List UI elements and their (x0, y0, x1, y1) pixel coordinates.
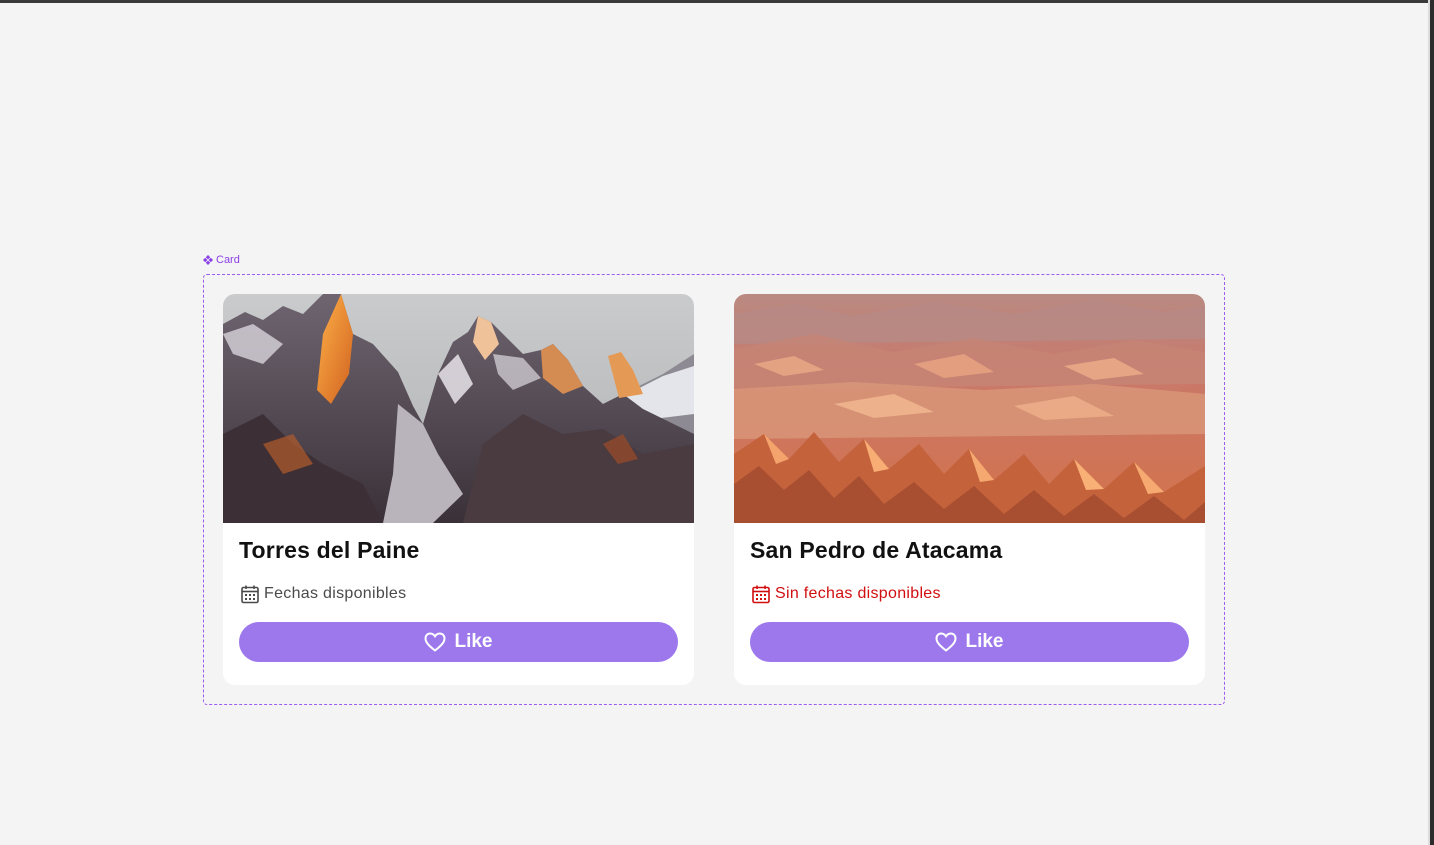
like-button-label: Like (454, 631, 493, 652)
availability-status: Fechas disponibles (240, 583, 406, 605)
availability-text: Sin fechas disponibles (775, 585, 941, 602)
canvas-right-scrollbar[interactable] (1428, 0, 1434, 845)
component-diamond-icon (203, 255, 213, 265)
destination-card[interactable]: San Pedro de Atacama Sin fechas disponib… (734, 294, 1205, 685)
like-button[interactable]: Like (750, 622, 1189, 662)
canvas-right-edge-highlight (1428, 0, 1430, 845)
calendar-icon (241, 585, 259, 604)
destination-card[interactable]: Torres del Paine Fechas disponibles Like (223, 294, 694, 685)
calendar-icon (752, 585, 770, 604)
availability-text: Fechas disponibles (264, 585, 407, 602)
card-title: San Pedro de Atacama (750, 537, 1003, 563)
component-label[interactable]: Card (203, 253, 240, 267)
window-top-edge (0, 0, 1434, 3)
mountain-peaks-sunset-photo (223, 294, 694, 523)
like-button-label: Like (965, 631, 1004, 652)
component-label-text: Card (216, 254, 240, 266)
like-button[interactable]: Like (239, 622, 678, 662)
heart-icon (935, 632, 957, 652)
heart-icon (424, 632, 446, 652)
desert-valley-sunset-photo (734, 294, 1205, 523)
availability-status: Sin fechas disponibles (751, 583, 941, 605)
card-title: Torres del Paine (239, 537, 420, 563)
